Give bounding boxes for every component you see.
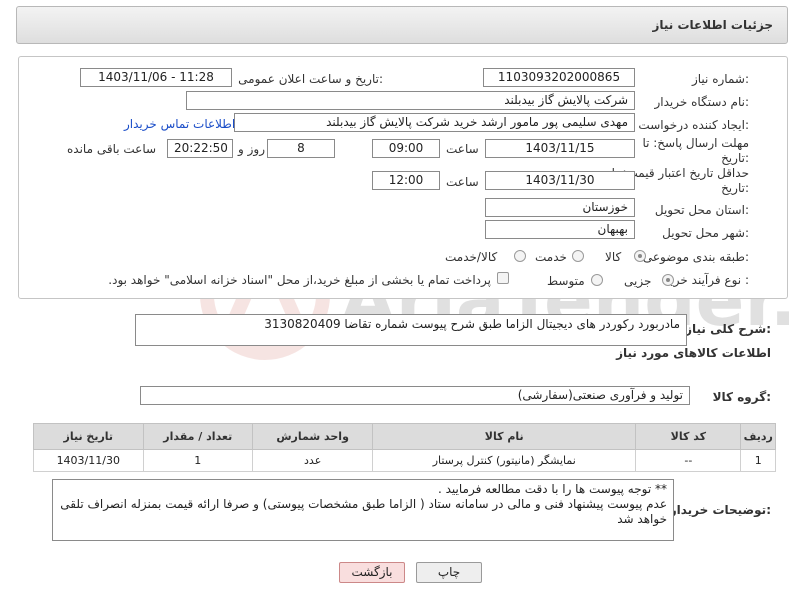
buyer-contact-link[interactable]: اطلاعات تماس خریدار bbox=[124, 117, 235, 131]
purchase-medium-label: متوسط bbox=[547, 274, 585, 288]
deadline-days-label: روز و bbox=[238, 142, 265, 156]
price-validity-time-field: 12:00 bbox=[372, 171, 440, 190]
city-label: شهر محل تحویل: bbox=[662, 226, 749, 240]
buyer-org-field: شرکت پالایش گاز بیدبلند bbox=[186, 91, 635, 110]
buyer-org-label: نام دستگاه خریدار: bbox=[654, 95, 750, 109]
price-validity-date-field: 1403/11/30 bbox=[485, 171, 635, 190]
goods-table: ردیف کد کالا نام کالا واحد شمارش تعداد /… bbox=[33, 423, 776, 472]
col-unit: واحد شمارش bbox=[252, 423, 374, 450]
deadline-time-label: ساعت bbox=[446, 142, 479, 156]
deadline-date-field: 1403/11/15 bbox=[485, 139, 635, 158]
need-number-field: 1103093202000865 bbox=[483, 68, 635, 87]
remaining-time-field: 20:22:50 bbox=[167, 139, 233, 158]
summary-field: مادربورد رکوردر های دیجیتال الزاما طبق ش… bbox=[135, 314, 687, 346]
summary-text: مادربورد رکوردر های دیجیتال الزاما طبق ش… bbox=[264, 317, 680, 331]
cell-date: 1403/11/30 bbox=[33, 449, 144, 472]
col-date: تاریخ نیاز bbox=[33, 423, 144, 450]
back-button[interactable]: بازگشت bbox=[339, 562, 405, 583]
col-quantity: تعداد / مقدار bbox=[142, 423, 254, 450]
purchase-medium-radio[interactable] bbox=[591, 274, 603, 286]
page-title: جزئیات اطلاعات نیاز bbox=[652, 18, 773, 32]
deadline-label: مهلت ارسال پاسخ: تا bbox=[642, 136, 749, 150]
need-number-label: شماره نیاز: bbox=[691, 72, 749, 86]
province-label: استان محل تحویل: bbox=[654, 203, 749, 217]
buyer-notes-label: توضیحات خریدار: bbox=[669, 503, 771, 517]
requester-field: مهدی سلیمی پور مامور ارشد خرید شرکت پالا… bbox=[234, 113, 635, 132]
table-header-row: ردیف کد کالا نام کالا واحد شمارش تعداد /… bbox=[33, 423, 776, 450]
cell-row: 1 bbox=[740, 449, 776, 472]
category-label: طبقه بندی موضوعی: bbox=[642, 250, 749, 264]
announce-datetime-field: 1403/11/06 - 11:28 bbox=[80, 68, 232, 87]
purchase-minor-radio[interactable] bbox=[662, 274, 674, 286]
requester-label: ایجاد کننده درخواست: bbox=[638, 118, 749, 132]
price-validity-date-label: تاریخ: bbox=[721, 181, 749, 195]
page-header: جزئیات اطلاعات نیاز bbox=[16, 6, 788, 44]
treasury-payment-checkbox[interactable] bbox=[497, 272, 509, 284]
cell-name: نمایشگر (مانیتور) کنترل پرستار bbox=[372, 449, 637, 472]
buyer-notes-line2: عدم پیوست پیشنهاد فنی و مالی در سامانه س… bbox=[60, 497, 667, 526]
city-field: بهبهان bbox=[485, 220, 635, 239]
category-goods-label: کالا bbox=[605, 250, 622, 264]
col-code: کد کالا bbox=[635, 423, 742, 450]
goods-section-title: اطلاعات کالاهای مورد نیاز bbox=[616, 346, 771, 360]
announce-datetime-label: تاریخ و ساعت اعلان عمومی: bbox=[238, 72, 383, 86]
col-name: نام کالا bbox=[372, 423, 637, 450]
goods-group-label: گروه کالا: bbox=[712, 390, 771, 404]
category-both-label: کالا/خدمت bbox=[445, 250, 498, 264]
deadline-days-field: 8 bbox=[267, 139, 335, 158]
purchase-minor-label: جزیی bbox=[624, 274, 652, 288]
category-goods-radio[interactable] bbox=[634, 250, 646, 262]
deadline-date-label: تاریخ: bbox=[721, 151, 749, 165]
cell-quantity: 1 bbox=[142, 449, 254, 472]
remaining-time-label: ساعت باقی مانده bbox=[67, 142, 157, 156]
treasury-payment-note: پرداخت تمام یا بخشی از مبلغ خرید،از محل … bbox=[108, 273, 491, 287]
category-service-label: خدمت bbox=[535, 250, 567, 264]
deadline-time-field: 09:00 bbox=[372, 139, 440, 158]
cell-unit: عدد bbox=[252, 449, 374, 472]
print-button[interactable]: چاپ bbox=[416, 562, 482, 583]
price-validity-time-label: ساعت bbox=[446, 175, 479, 189]
buyer-notes-line1: ** توجه پیوست ها را با دقت مطالعه فرمایی… bbox=[437, 482, 667, 496]
purchase-type-label: نوع فرآیند خرید : bbox=[664, 273, 749, 287]
buyer-notes-field: ** توجه پیوست ها را با دقت مطالعه فرمایی… bbox=[52, 479, 674, 541]
category-both-radio[interactable] bbox=[514, 250, 526, 262]
category-service-radio[interactable] bbox=[572, 250, 584, 262]
goods-group-field: تولید و فرآوری صنعتی(سفارشی) bbox=[140, 386, 690, 405]
summary-label: شرح کلی نیاز: bbox=[685, 322, 771, 336]
table-row: 1 -- نمایشگر (مانیتور) کنترل پرستار عدد … bbox=[33, 449, 776, 472]
col-row: ردیف bbox=[740, 423, 776, 450]
cell-code: -- bbox=[635, 449, 742, 472]
province-field: خوزستان bbox=[485, 198, 635, 217]
